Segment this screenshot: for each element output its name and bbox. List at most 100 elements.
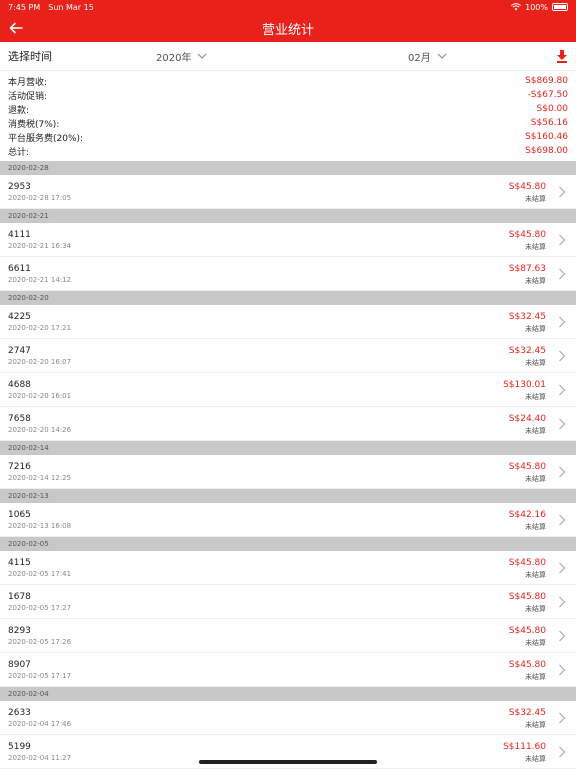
summary-value: S$160.46: [525, 132, 568, 142]
order-amount: S$45.80: [508, 462, 546, 472]
chevron-right-icon: [559, 186, 566, 198]
order-amount: S$45.80: [508, 660, 546, 670]
order-time: 2020-02-04 11:27: [8, 754, 72, 762]
order-time: 2020-02-13 16:08: [8, 522, 72, 530]
download-icon[interactable]: [556, 50, 568, 63]
transaction-row[interactable]: 2633 2020-02-04 17:46 S$32.45 未结算: [0, 701, 576, 735]
date-section-header: 2020-02-20: [0, 291, 576, 305]
date-section-header: 2020-02-13: [0, 489, 576, 503]
transaction-row[interactable]: 7658 2020-02-20 14:26 S$24.40 未结算: [0, 407, 576, 441]
transaction-row[interactable]: 6611 2020-02-21 14:12 S$87.63 未结算: [0, 257, 576, 291]
transaction-row[interactable]: 2747 2020-02-20 16:07 S$32.45 未结算: [0, 339, 576, 373]
chevron-right-icon: [559, 316, 566, 328]
summary-label: 总计:: [8, 147, 30, 158]
order-amount: S$32.45: [508, 346, 546, 356]
settlement-status: 未结算: [525, 523, 546, 531]
settlement-status: 未结算: [525, 755, 546, 763]
order-time: 2020-02-14 12:25: [8, 474, 72, 482]
order-number: 7216: [8, 462, 31, 472]
settlement-status: 未结算: [525, 673, 546, 681]
order-amount: S$111.60: [503, 742, 546, 752]
settlement-status: 未结算: [525, 605, 546, 613]
order-number: 4111: [8, 230, 31, 240]
chevron-right-icon: [559, 350, 566, 362]
order-time: 2020-02-20 14:26: [8, 426, 72, 434]
settlement-status: 未结算: [525, 359, 546, 367]
order-time: 2020-02-28 17:05: [8, 194, 72, 202]
date-section-header: 2020-02-05: [0, 537, 576, 551]
summary-value: S$0.00: [536, 104, 568, 114]
chevron-right-icon: [559, 596, 566, 608]
transaction-row[interactable]: 4115 2020-02-05 17:41 S$45.80 未结算: [0, 551, 576, 585]
transaction-row[interactable]: 4688 2020-02-20 16:01 S$130.01 未结算: [0, 373, 576, 407]
chevron-down-icon: [198, 53, 207, 59]
settlement-status: 未结算: [525, 571, 546, 579]
transaction-list[interactable]: 2020-02-28 2953 2020-02-28 17:05 S$45.80 未结算…: [0, 161, 576, 769]
home-indicator: [199, 760, 377, 764]
summary-row: 消费税(7%): S$56.16: [8, 116, 568, 130]
chevron-right-icon: [559, 514, 566, 526]
settlement-status: 未结算: [525, 277, 546, 285]
settlement-status: 未结算: [525, 427, 546, 435]
app-header: 7:45 PM Sun Mar 15 100% 营业统计: [0, 0, 576, 42]
transaction-row[interactable]: 7216 2020-02-14 12:25 S$45.80 未结算: [0, 455, 576, 489]
order-amount: S$32.45: [508, 708, 546, 718]
transaction-row[interactable]: 4111 2020-02-21 16:34 S$45.80 未结算: [0, 223, 576, 257]
summary-label: 退款:: [8, 105, 30, 116]
transaction-row[interactable]: 8907 2020-02-05 17:17 S$45.80 未结算: [0, 653, 576, 687]
settlement-status: 未结算: [525, 325, 546, 333]
order-time: 2020-02-05 17:27: [8, 604, 72, 612]
transaction-row[interactable]: 1678 2020-02-05 17:27 S$45.80 未结算: [0, 585, 576, 619]
order-number: 2633: [8, 708, 31, 718]
nav-bar: 营业统计: [0, 14, 576, 42]
order-time: 2020-02-20 17:21: [8, 324, 72, 332]
chevron-right-icon: [559, 268, 566, 280]
transaction-row[interactable]: 2953 2020-02-28 17:05 S$45.80 未结算: [0, 175, 576, 209]
wifi-icon: [511, 3, 522, 11]
month-value: 02月: [408, 52, 431, 64]
summary-label: 活动促销:: [8, 91, 48, 102]
settlement-status: 未结算: [525, 475, 546, 483]
summary-value: S$869.80: [525, 76, 568, 86]
settlement-status: 未结算: [525, 721, 546, 729]
transaction-row[interactable]: 1065 2020-02-13 16:08 S$42.16 未结算: [0, 503, 576, 537]
chevron-right-icon: [559, 384, 566, 396]
transaction-row[interactable]: 8293 2020-02-05 17:26 S$45.80 未结算: [0, 619, 576, 653]
order-amount: S$45.80: [508, 230, 546, 240]
chevron-right-icon: [559, 466, 566, 478]
status-date: Sun Mar 15: [48, 2, 94, 12]
transaction-row[interactable]: 4225 2020-02-20 17:21 S$32.45 未结算: [0, 305, 576, 339]
order-number: 8293: [8, 626, 31, 636]
back-arrow-icon[interactable]: [8, 20, 24, 36]
summary-row: 平台服务费(20%): S$160.46: [8, 130, 568, 144]
chevron-right-icon: [559, 418, 566, 430]
battery-icon: [552, 3, 568, 11]
order-time: 2020-02-20 16:07: [8, 358, 72, 366]
summary-panel: 本月营收: S$869.80 活动促销: -S$67.50 退款: S$0.00 消费…: [0, 71, 576, 161]
year-value: 2020年: [156, 52, 192, 64]
settlement-status: 未结算: [525, 243, 546, 251]
chevron-right-icon: [559, 664, 566, 676]
chevron-right-icon: [559, 746, 566, 758]
summary-row: 退款: S$0.00: [8, 102, 568, 116]
settlement-status: 未结算: [525, 195, 546, 203]
order-amount: S$87.63: [508, 264, 546, 274]
summary-label: 平台服务费(20%):: [8, 133, 84, 144]
order-time: 2020-02-20 16:01: [8, 392, 72, 400]
order-number: 7658: [8, 414, 31, 424]
month-selector[interactable]: 02月: [408, 49, 447, 64]
order-time: 2020-02-05 17:17: [8, 672, 72, 680]
summary-label: 本月营收:: [8, 77, 48, 88]
order-number: 6611: [8, 264, 31, 274]
summary-row: 活动促销: -S$67.50: [8, 88, 568, 102]
year-selector[interactable]: 2020年: [156, 49, 207, 64]
date-section-header: 2020-02-14: [0, 441, 576, 455]
summary-row: 总计: S$698.00: [8, 144, 568, 158]
chevron-down-icon: [437, 53, 447, 59]
order-time: 2020-02-04 17:46: [8, 720, 72, 728]
order-time: 2020-02-21 14:12: [8, 276, 72, 284]
order-amount: S$45.80: [508, 558, 546, 568]
summary-value: S$56.16: [530, 118, 568, 128]
time-filter-bar: 选择时间 2020年 02月: [0, 42, 576, 70]
summary-value: -S$67.50: [527, 90, 568, 100]
